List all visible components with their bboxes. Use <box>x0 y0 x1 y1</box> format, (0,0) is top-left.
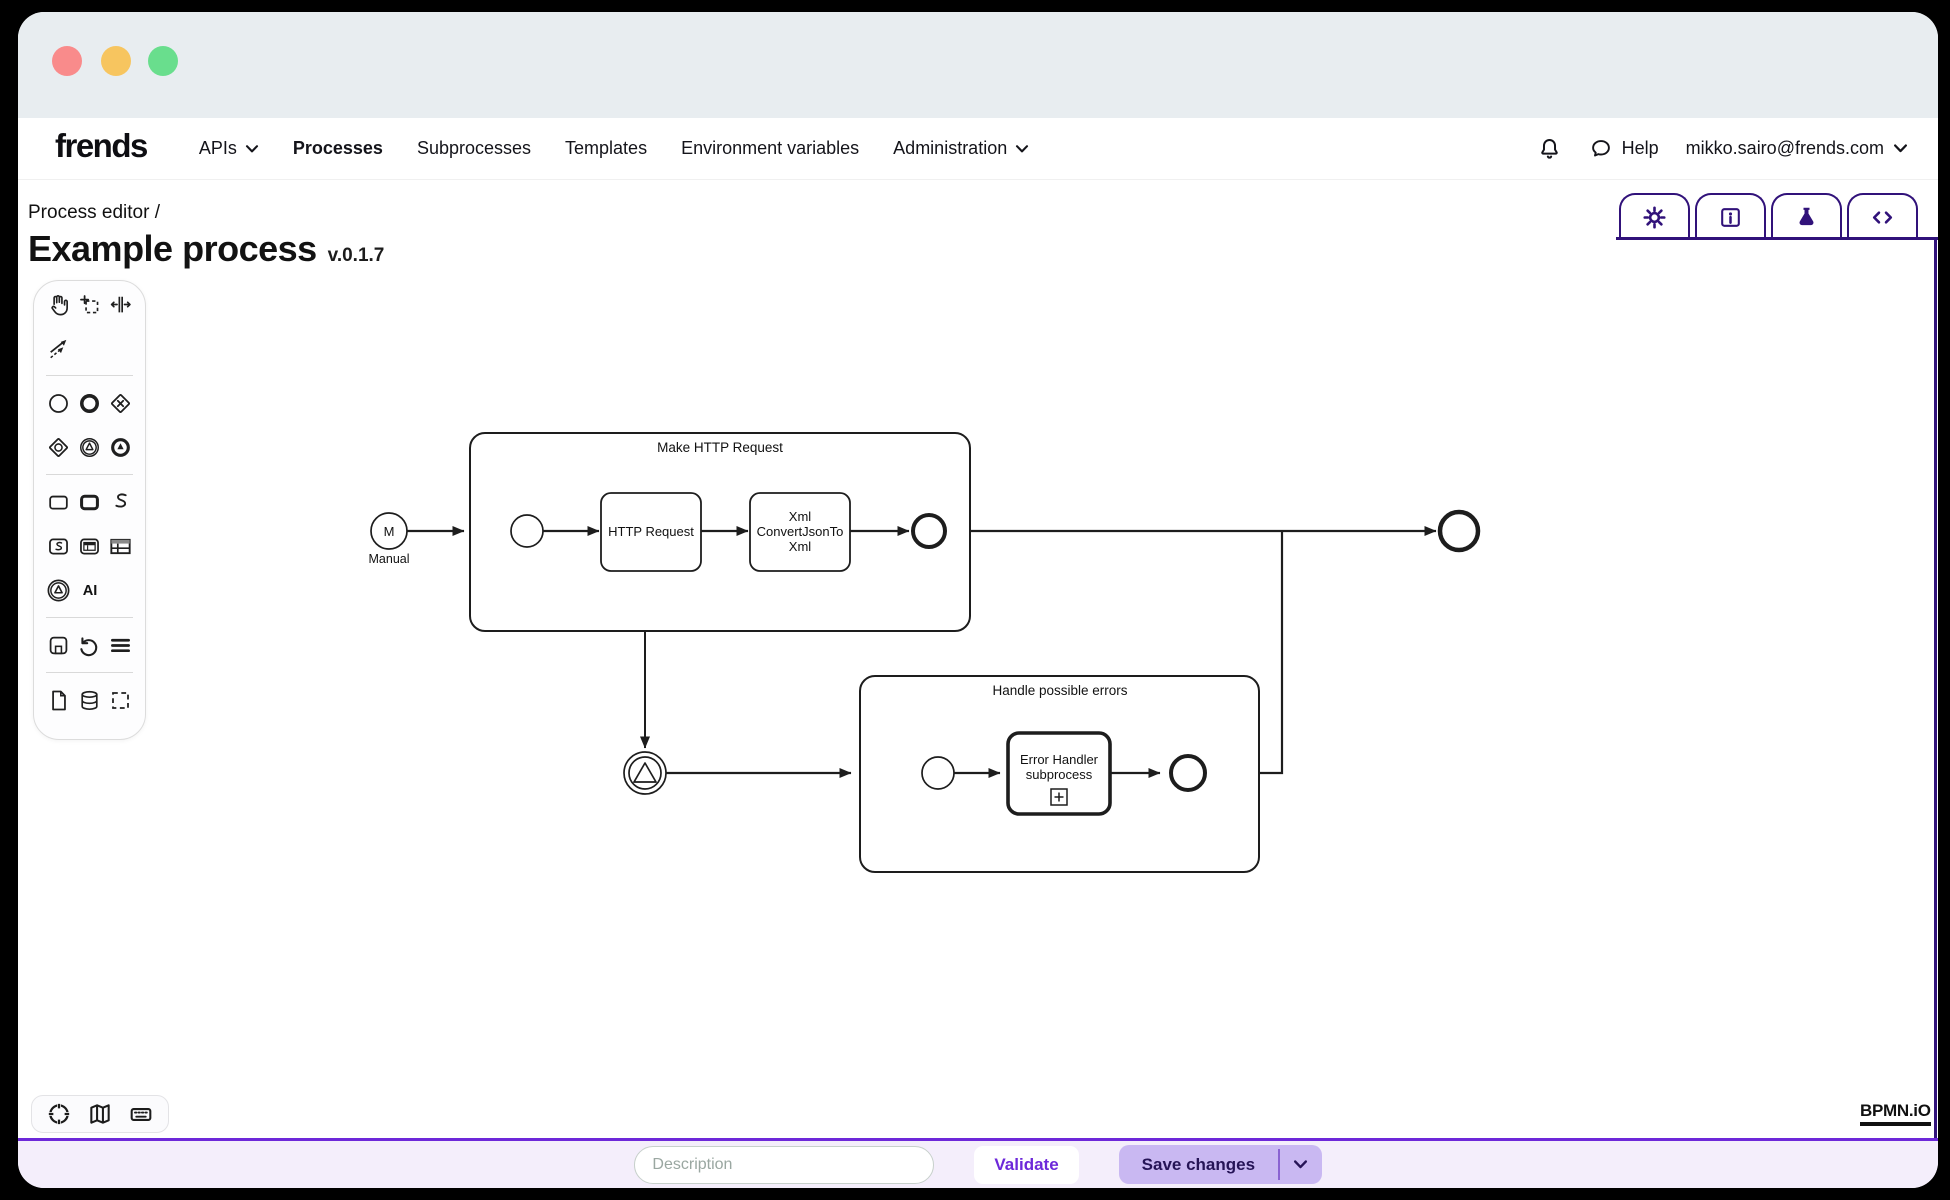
bpmn-io-logo[interactable]: BPMN.iO <box>1860 1101 1931 1126</box>
save-changes-group: Save changes <box>1119 1145 1322 1184</box>
svg-text:subprocess: subprocess <box>1026 767 1093 782</box>
canvas-controls <box>31 1095 169 1133</box>
start-event[interactable] <box>922 757 954 789</box>
escalation-catch-event[interactable] <box>624 752 666 794</box>
svg-text:HTTP Request: HTTP Request <box>608 524 694 539</box>
task-http-request[interactable]: HTTP Request <box>601 493 701 571</box>
description-input[interactable] <box>634 1146 934 1184</box>
collapsed-subprocess-error-handler[interactable]: Error Handler subprocess <box>1008 733 1110 814</box>
svg-text:Xml: Xml <box>789 539 812 554</box>
start-event[interactable] <box>511 515 543 547</box>
save-options-button[interactable] <box>1280 1145 1322 1184</box>
svg-text:Error Handler: Error Handler <box>1020 752 1099 767</box>
end-event-final[interactable] <box>1440 512 1478 550</box>
svg-text:Make HTTP Request: Make HTTP Request <box>657 440 783 455</box>
svg-text:Manual: Manual <box>369 552 410 566</box>
end-event[interactable] <box>1171 756 1205 790</box>
screen: frends APIs Processes Subprocesses Templ… <box>0 0 1950 1200</box>
svg-text:Xml: Xml <box>789 509 812 524</box>
bpmn-canvas[interactable]: M Manual Make HTTP Request HTTP Request <box>18 12 1938 1188</box>
svg-text:M: M <box>384 524 395 539</box>
sequence-flow[interactable] <box>1259 531 1282 773</box>
validate-button[interactable]: Validate <box>974 1146 1078 1184</box>
start-event-manual[interactable]: M Manual <box>369 513 410 566</box>
svg-text:Handle possible errors: Handle possible errors <box>992 683 1127 698</box>
minimap-icon[interactable] <box>87 1101 113 1127</box>
keyboard-icon[interactable] <box>128 1101 154 1127</box>
chevron-down-icon <box>1293 1159 1308 1170</box>
end-event[interactable] <box>913 515 945 547</box>
app-window: frends APIs Processes Subprocesses Templ… <box>18 12 1938 1188</box>
save-changes-button[interactable]: Save changes <box>1119 1145 1278 1184</box>
crosshair-icon[interactable] <box>46 1101 72 1127</box>
task-xml-convert[interactable]: Xml ConvertJsonTo Xml <box>750 493 850 571</box>
expand-marker[interactable] <box>1051 789 1067 805</box>
footer-bar: Validate Save changes <box>18 1141 1938 1188</box>
svg-text:ConvertJsonTo: ConvertJsonTo <box>757 524 844 539</box>
